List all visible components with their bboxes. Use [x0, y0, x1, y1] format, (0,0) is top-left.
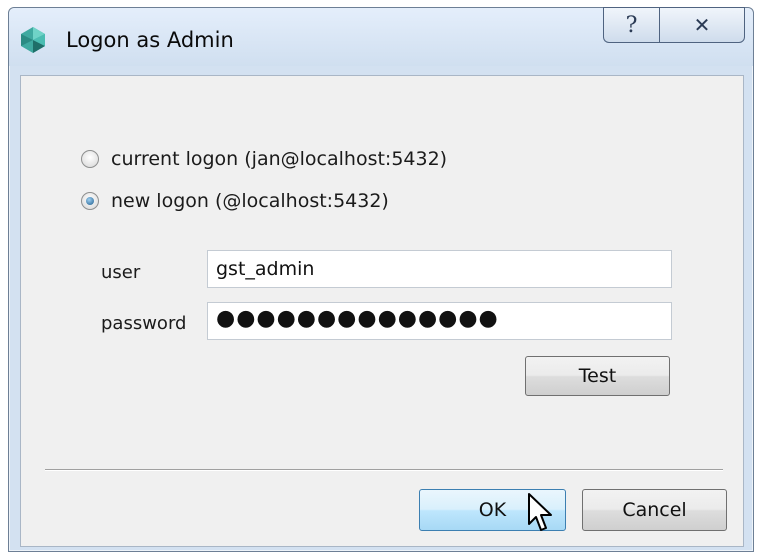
new-logon-option[interactable]: new logon (@localhost:5432)	[81, 190, 389, 212]
window-title: Logon as Admin	[66, 28, 234, 52]
mouse-cursor-icon	[528, 493, 552, 531]
current-logon-label: current logon (jan@localhost:5432)	[111, 148, 448, 170]
current-logon-option[interactable]: current logon (jan@localhost:5432)	[81, 148, 447, 170]
password-field[interactable]: ●●●●●●●●●●●●●●	[207, 302, 672, 340]
user-field[interactable]: gst_admin	[207, 250, 672, 288]
help-button[interactable]: ?	[603, 7, 659, 43]
password-label: password	[101, 313, 187, 334]
new-logon-label: new logon (@localhost:5432)	[111, 190, 389, 212]
new-logon-radio[interactable]	[81, 192, 99, 210]
close-button[interactable]: ✕	[659, 7, 745, 43]
current-logon-radio[interactable]	[81, 150, 99, 168]
dialog-body: current logon (jan@localhost:5432) new l…	[20, 75, 744, 547]
app-gem-icon	[21, 27, 45, 53]
user-label: user	[101, 262, 141, 283]
logon-dialog: Logon as Admin ? ✕ current logon (jan@lo…	[8, 7, 754, 552]
cancel-button[interactable]: Cancel	[582, 489, 727, 531]
close-icon: ✕	[693, 13, 711, 37]
separator-line	[45, 469, 723, 471]
test-button[interactable]: Test	[525, 356, 670, 396]
title-bar[interactable]: Logon as Admin ? ✕	[9, 7, 753, 66]
help-icon: ?	[625, 12, 638, 38]
